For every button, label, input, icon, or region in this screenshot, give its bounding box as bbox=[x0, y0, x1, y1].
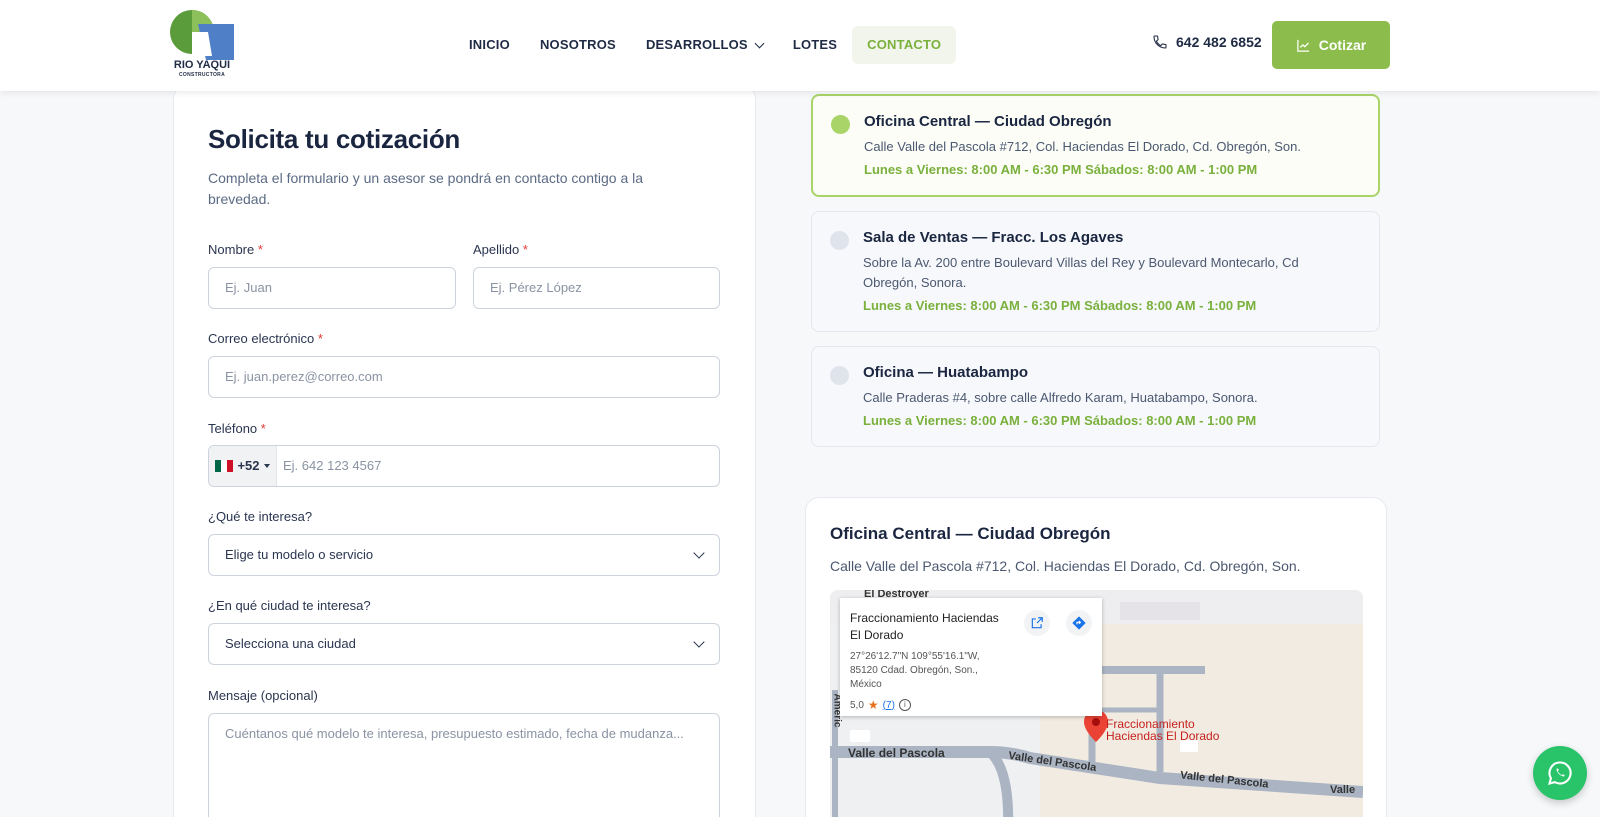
nombre-label: Nombre * bbox=[208, 242, 263, 257]
required-mark: * bbox=[317, 331, 323, 346]
quote-form-card: Solicita tu cotización Completa el formu… bbox=[173, 85, 756, 817]
mensaje-label: Mensaje (opcional) bbox=[208, 688, 318, 703]
map-label-street: Valle del Pascola bbox=[848, 746, 945, 760]
interes-label: ¿Qué te interesa? bbox=[208, 509, 313, 524]
embedded-map[interactable]: El Destroyer Valle del Pascola Valle del… bbox=[830, 590, 1363, 817]
chevron-down-icon bbox=[754, 38, 765, 48]
apellido-input[interactable]: Ej. Pérez López bbox=[473, 267, 720, 309]
ciudad-label: ¿En qué ciudad te interesa? bbox=[208, 598, 371, 613]
whatsapp-button[interactable] bbox=[1533, 746, 1587, 800]
form-description: Completa el formulario y un asesor se po… bbox=[208, 170, 644, 207]
ciudad-select[interactable]: Selecciona una ciudad bbox=[208, 623, 720, 665]
interes-value: Elige tu modelo o servicio bbox=[225, 547, 374, 562]
nav-item-inicio[interactable]: INICIO bbox=[454, 26, 525, 64]
office-card-huatabampo[interactable]: Oficina — Huatabampo Calle Praderas #4, … bbox=[811, 346, 1380, 447]
office-selected-indicator bbox=[831, 115, 850, 134]
mensaje-textarea[interactable]: Cuéntanos qué modelo te interesa, presup… bbox=[208, 713, 720, 817]
country-code: +52 bbox=[237, 458, 260, 473]
site-header: RIO YAQUI CONSTRUCTORA INICIO NOSOTROS D… bbox=[0, 0, 1600, 91]
map-card-address: Calle Valle del Pascola #712, Col. Hacie… bbox=[830, 558, 1301, 574]
cotizar-label: Cotizar bbox=[1318, 37, 1367, 53]
place-rating: 5,0 ★ (7) i bbox=[850, 698, 911, 712]
required-mark: * bbox=[257, 242, 263, 257]
chevron-down-icon bbox=[693, 635, 705, 648]
mexico-flag-icon bbox=[215, 460, 234, 472]
ciudad-value: Selecciona una ciudad bbox=[225, 636, 356, 651]
rating-value: 5,0 bbox=[850, 699, 864, 711]
telefono-placeholder: Ej. 642 123 4567 bbox=[283, 458, 382, 473]
directions-button[interactable] bbox=[1066, 610, 1092, 636]
office-title: Sala de Ventas — Fracc. Los Agaves bbox=[863, 229, 1124, 246]
office-card-central[interactable]: Oficina Central — Ciudad Obregón Calle V… bbox=[811, 94, 1380, 197]
map-card: Oficina Central — Ciudad Obregón Calle V… bbox=[805, 497, 1387, 817]
office-selected-indicator bbox=[830, 366, 849, 385]
office-hours: Lunes a Viernes: 8:00 AM - 6:30 PM Sábad… bbox=[863, 413, 1257, 428]
main-nav: INICIO NOSOTROS DESARROLLOS LOTES CONTAC… bbox=[454, 26, 957, 64]
office-selected-indicator bbox=[830, 231, 849, 250]
country-code-selector[interactable]: +52 bbox=[209, 446, 277, 486]
map-info-window: Fraccionamiento Haciendas El Dorado 27°2… bbox=[840, 598, 1102, 716]
telefono-label: Teléfono * bbox=[208, 421, 266, 436]
place-name: Fraccionamiento Haciendas El Dorado bbox=[850, 611, 999, 642]
logo-title: RIO YAQUI bbox=[173, 59, 231, 71]
required-mark: * bbox=[260, 421, 266, 436]
info-icon[interactable]: i bbox=[898, 699, 911, 711]
logo-subtitle: CONSTRUCTORA bbox=[178, 72, 225, 78]
correo-label-text: Correo electrónico bbox=[208, 331, 315, 346]
nav-item-desarrollos-label: DESARROLLOS bbox=[645, 37, 748, 52]
nav-item-nosotros[interactable]: NOSOTROS bbox=[525, 26, 631, 64]
correo-input[interactable]: Ej. juan.perez@correo.com bbox=[208, 356, 720, 398]
place-coordinates: 27°26'12.7"N 109°55'16.1"W, 85120 Cdad. … bbox=[850, 651, 980, 690]
telefono-label-text: Teléfono bbox=[208, 421, 258, 436]
company-logo[interactable]: RIO YAQUI CONSTRUCTORA bbox=[168, 10, 236, 80]
header-phone-link[interactable]: 642 482 6852 bbox=[1152, 34, 1262, 50]
office-hours: Lunes a Viernes: 8:00 AM - 6:30 PM Sábad… bbox=[863, 298, 1257, 313]
office-title: Oficina — Huatabampo bbox=[863, 364, 1029, 381]
map-card-title: Oficina Central — Ciudad Obregón bbox=[830, 524, 1111, 543]
telefono-input[interactable]: +52 Ej. 642 123 4567 bbox=[208, 445, 720, 487]
chevron-down-icon bbox=[693, 546, 705, 559]
office-card-agaves[interactable]: Sala de Ventas — Fracc. Los Agaves Sobre… bbox=[811, 211, 1380, 332]
phone-icon bbox=[1153, 35, 1167, 49]
map-label-street: Valle bbox=[1330, 784, 1356, 796]
office-title: Oficina Central — Ciudad Obregón bbox=[864, 113, 1112, 130]
correo-label: Correo electrónico * bbox=[208, 331, 323, 346]
office-address: Calle Valle del Pascola #712, Col. Hacie… bbox=[864, 139, 1301, 154]
whatsapp-icon bbox=[1548, 761, 1572, 785]
logo-mark-icon bbox=[170, 10, 234, 60]
office-address: Sobre la Av. 200 entre Boulevard Villas … bbox=[863, 255, 1299, 290]
nav-item-desarrollos[interactable]: DESARROLLOS bbox=[631, 26, 778, 64]
nombre-input[interactable]: Ej. Juan bbox=[208, 267, 456, 309]
nav-item-contacto[interactable]: CONTACTO bbox=[852, 26, 957, 64]
open-in-maps-button[interactable] bbox=[1024, 610, 1050, 636]
directions-icon bbox=[1072, 616, 1086, 630]
required-mark: * bbox=[522, 242, 528, 257]
chart-line-icon bbox=[1297, 39, 1309, 52]
nav-item-lotes[interactable]: LOTES bbox=[778, 26, 852, 64]
form-title: Solicita tu cotización bbox=[208, 124, 460, 154]
star-icon: ★ bbox=[867, 698, 879, 712]
interes-select[interactable]: Elige tu modelo o servicio bbox=[208, 534, 720, 576]
caret-down-icon bbox=[263, 464, 270, 468]
external-link-icon bbox=[1031, 617, 1043, 629]
apellido-label: Apellido * bbox=[473, 242, 528, 257]
cotizar-button[interactable]: Cotizar bbox=[1272, 21, 1390, 69]
nombre-label-text: Nombre bbox=[208, 242, 255, 257]
apellido-label-text: Apellido bbox=[473, 242, 520, 257]
phone-number: 642 482 6852 bbox=[1176, 34, 1262, 50]
office-hours: Lunes a Viernes: 8:00 AM - 6:30 PM Sábad… bbox=[864, 162, 1258, 177]
reviews-link[interactable]: (7) bbox=[883, 700, 895, 711]
office-address: Calle Praderas #4, sobre calle Alfredo K… bbox=[863, 390, 1258, 405]
map-pin-label: Fraccionamiento Haciendas El Dorado bbox=[1106, 717, 1220, 743]
